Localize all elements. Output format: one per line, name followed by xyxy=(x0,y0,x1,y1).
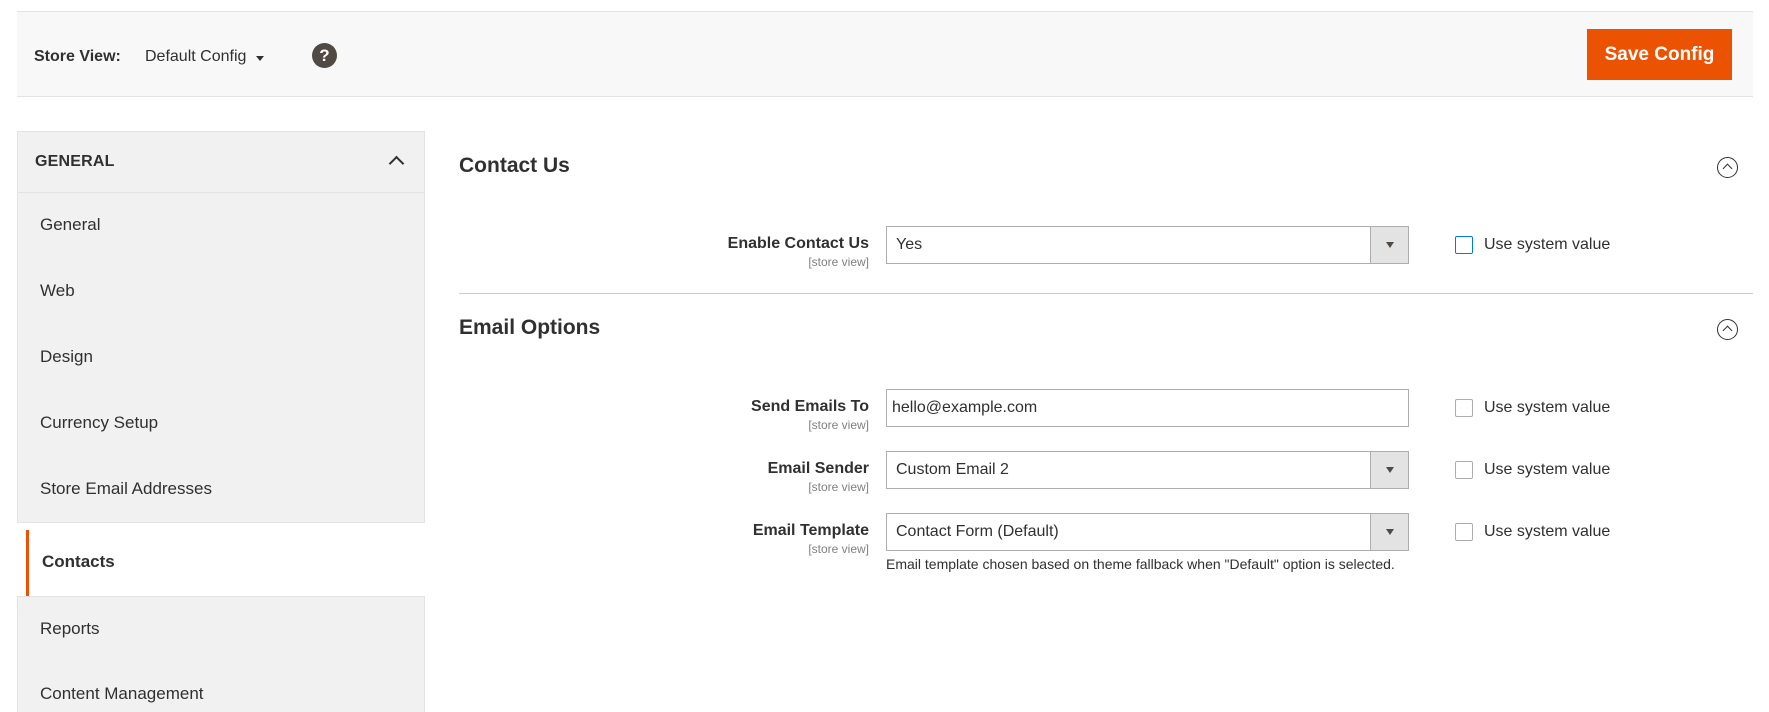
dropdown-arrow-icon xyxy=(1370,227,1408,263)
use-system-value-enable[interactable]: Use system value xyxy=(1455,236,1610,254)
select-value: Contact Form (Default) xyxy=(896,523,1059,540)
select-value: Yes xyxy=(896,236,923,253)
use-system-value-label: Use system value xyxy=(1484,236,1611,253)
sidebar-item-label: General xyxy=(40,215,101,234)
email-sender-label: Email Sender xyxy=(767,460,869,477)
sidebar-item-label: Reports xyxy=(40,619,100,638)
use-system-value-template[interactable]: Use system value xyxy=(1455,523,1610,541)
sidebar-item-reports[interactable]: Reports xyxy=(17,596,425,662)
save-config-button[interactable]: Save Config xyxy=(1587,29,1732,80)
collapse-icon[interactable] xyxy=(1717,157,1738,178)
dropdown-arrow-icon xyxy=(1370,514,1408,550)
sidebar-item-label: Design xyxy=(40,347,93,366)
enable-contact-us-label: Enable Contact Us xyxy=(727,235,869,252)
use-system-value-checkbox[interactable] xyxy=(1455,523,1473,541)
email-template-select[interactable]: Contact Form (Default) xyxy=(886,513,1409,551)
sidebar-item-design[interactable]: Design xyxy=(17,325,425,391)
section-title-contact-us[interactable]: Contact Us xyxy=(459,154,570,178)
enable-contact-us-select[interactable]: Yes xyxy=(886,226,1409,264)
sidebar-item-currency-setup[interactable]: Currency Setup xyxy=(17,391,425,457)
store-view-value: Default Config xyxy=(145,48,247,65)
use-system-value-label: Use system value xyxy=(1484,399,1611,416)
sidebar-item-content-management[interactable]: Content Management xyxy=(17,662,425,712)
sidebar-item-contacts[interactable]: Contacts xyxy=(26,530,425,596)
sidebar-item-label: Web xyxy=(40,281,75,300)
scope-label: [store view] xyxy=(808,418,869,432)
scope-label: [store view] xyxy=(808,480,869,494)
sidebar-item-web[interactable]: Web xyxy=(17,259,425,325)
collapse-icon[interactable] xyxy=(1717,319,1738,340)
sidebar-item-label: Contacts xyxy=(42,552,115,571)
sidebar-group-general[interactable]: GENERAL xyxy=(17,131,425,193)
use-system-value-sender[interactable]: Use system value xyxy=(1455,461,1610,479)
sidebar-item-label: Currency Setup xyxy=(40,413,159,432)
use-system-value-checkbox[interactable] xyxy=(1455,461,1473,479)
caret-down-icon xyxy=(256,55,265,61)
email-template-note: Email template chosen based on theme fal… xyxy=(886,556,1395,572)
use-system-value-label: Use system value xyxy=(1484,461,1611,478)
scope-label: [store view] xyxy=(808,255,869,269)
section-divider xyxy=(459,293,1753,294)
sidebar-item-label: Store Email Addresses xyxy=(40,479,212,498)
send-emails-to-label: Send Emails To xyxy=(751,398,869,415)
use-system-value-checkbox[interactable] xyxy=(1455,236,1473,254)
email-template-label: Email Template xyxy=(752,522,869,539)
use-system-value-send-to[interactable]: Use system value xyxy=(1455,399,1610,417)
dropdown-arrow-icon xyxy=(1370,452,1408,488)
sidebar-item-label: Content Management xyxy=(40,684,204,703)
sidebar-item-general[interactable]: General xyxy=(17,193,425,259)
store-view-label: Store View: xyxy=(34,48,121,65)
use-system-value-checkbox[interactable] xyxy=(1455,399,1473,417)
page-actions-bar: Store View: Default Config ? Save Config xyxy=(17,11,1753,97)
send-emails-to-input[interactable] xyxy=(886,389,1409,427)
scope-label: [store view] xyxy=(808,542,869,556)
chevron-up-icon xyxy=(388,155,405,172)
email-sender-select[interactable]: Custom Email 2 xyxy=(886,451,1409,489)
config-sidebar: GENERAL General Web Design Currency Setu… xyxy=(17,131,425,712)
store-view-switcher[interactable]: Default Config xyxy=(145,48,265,66)
help-icon[interactable]: ? xyxy=(312,43,337,68)
use-system-value-label: Use system value xyxy=(1484,523,1611,540)
section-title-email-options[interactable]: Email Options xyxy=(459,316,600,340)
sidebar-item-store-email-addresses[interactable]: Store Email Addresses xyxy=(17,457,425,523)
select-value: Custom Email 2 xyxy=(896,461,1009,478)
sidebar-group-title: GENERAL xyxy=(35,153,115,170)
